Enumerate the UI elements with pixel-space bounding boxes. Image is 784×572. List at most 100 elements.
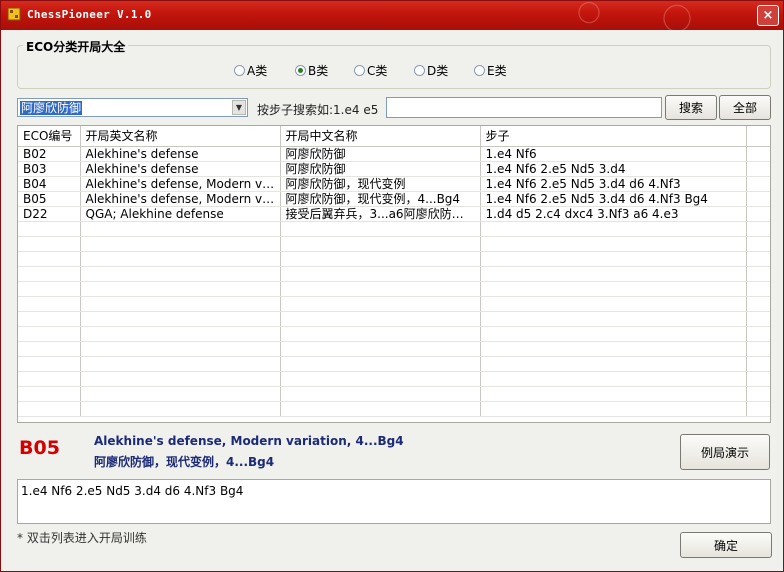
empty-cell <box>746 296 770 312</box>
empty-table-row <box>18 236 770 252</box>
radio-category-c[interactable]: C类 <box>354 62 387 79</box>
empty-cell <box>480 401 747 417</box>
cell-moves: 1.e4 Nf6 2.e5 Nd5 3.d4 d6 4.Nf3 <box>480 176 747 192</box>
table-header-row: ECO编号 开局英文名称 开局中文名称 步子 <box>18 126 770 147</box>
empty-cell <box>80 266 281 282</box>
cell-eco-code: D22 <box>18 206 81 222</box>
app-icon <box>7 7 21 21</box>
empty-cell <box>80 221 281 237</box>
radio-category-d[interactable]: D类 <box>414 62 448 79</box>
show-all-button[interactable]: 全部 <box>719 95 771 120</box>
empty-table-row <box>18 221 770 237</box>
empty-table-row <box>18 281 770 297</box>
empty-cell <box>280 221 481 237</box>
openings-table[interactable]: ECO编号 开局英文名称 开局中文名称 步子 B02 Alekhine's de… <box>17 125 771 423</box>
selected-eco-code: B05 <box>19 437 60 459</box>
moves-search-input[interactable] <box>386 97 662 118</box>
cell-moves: 1.d4 d5 2.c4 dxc4 3.Nf3 a6 4.e3 <box>480 206 747 222</box>
cell-chinese-name: 阿廖欣防御，现代变例 <box>280 176 481 192</box>
empty-cell <box>18 371 81 387</box>
table-row[interactable]: D22 QGA; Alekhine defense 接受后翼弃兵，3...a6阿… <box>18 206 770 222</box>
header-english-name[interactable]: 开局英文名称 <box>80 126 281 147</box>
radio-label: D类 <box>427 64 449 78</box>
cell-chinese-name: 阿廖欣防御，现代变例，4...Bg4 <box>280 191 481 207</box>
empty-cell <box>480 311 747 327</box>
table-row[interactable]: B02 Alekhine's defense 阿廖欣防御 1.e4 Nf6 <box>18 146 770 162</box>
window-title: ChessPioneer V.1.0 <box>27 8 152 21</box>
radio-category-e[interactable]: E类 <box>474 62 507 79</box>
search-button[interactable]: 搜索 <box>665 95 717 120</box>
header-moves[interactable]: 步子 <box>480 126 747 147</box>
table-row[interactable]: B05 Alekhine's defense, Modern vari... 阿… <box>18 191 770 207</box>
close-button[interactable]: × <box>757 5 779 26</box>
empty-cell <box>746 371 770 387</box>
cell-filler <box>746 161 770 177</box>
moves-display-field[interactable]: 1.e4 Nf6 2.e5 Nd5 3.d4 d6 4.Nf3 Bg4 <box>17 479 771 524</box>
cell-english-name: Alekhine's defense <box>80 146 281 162</box>
demo-game-button[interactable]: 例局演示 <box>680 434 770 470</box>
cell-moves: 1.e4 Nf6 <box>480 146 747 162</box>
empty-cell <box>746 311 770 327</box>
table-row[interactable]: B04 Alekhine's defense, Modern vari... 阿… <box>18 176 770 192</box>
title-bar[interactable]: ChessPioneer V.1.0 × <box>1 1 783 30</box>
empty-cell <box>280 296 481 312</box>
empty-cell <box>280 281 481 297</box>
training-hint-note: * 双击列表进入开局训练 <box>17 531 147 545</box>
empty-cell <box>746 281 770 297</box>
empty-cell <box>18 341 81 357</box>
empty-cell <box>746 326 770 342</box>
selected-english-name: Alekhine's defense, Modern variation, 4.… <box>94 434 404 448</box>
app-window: ChessPioneer V.1.0 × ECO分类开局大全 A类 B类 C类 … <box>0 0 784 572</box>
empty-table-row <box>18 326 770 342</box>
empty-cell <box>746 251 770 267</box>
search-hint-label: 按步子搜索如:1.e4 e5 <box>257 103 379 117</box>
radio-dot-selected-icon <box>295 65 306 76</box>
radio-dot-icon <box>414 65 425 76</box>
radio-label: B类 <box>308 64 329 78</box>
combo-selected-value: 阿廖欣防御 <box>20 101 83 115</box>
chevron-down-icon[interactable]: ▼ <box>232 100 246 115</box>
empty-table-row <box>18 266 770 282</box>
eco-group-title: ECO分类开局大全 <box>23 38 129 55</box>
empty-cell <box>280 266 481 282</box>
empty-table-row <box>18 251 770 267</box>
radio-dot-icon <box>474 65 485 76</box>
opening-name-combo[interactable]: 阿廖欣防御 ▼ <box>17 98 248 117</box>
empty-cell <box>480 251 747 267</box>
empty-cell <box>80 371 281 387</box>
empty-cell <box>18 386 81 402</box>
cell-filler <box>746 206 770 222</box>
header-chinese-name[interactable]: 开局中文名称 <box>280 126 481 147</box>
empty-cell <box>746 401 770 417</box>
header-filler <box>746 126 770 147</box>
empty-cell <box>80 311 281 327</box>
empty-table-row <box>18 371 770 387</box>
empty-cell <box>280 251 481 267</box>
radio-dot-icon <box>354 65 365 76</box>
empty-cell <box>746 341 770 357</box>
empty-cell <box>280 326 481 342</box>
empty-cell <box>80 236 281 252</box>
ok-button[interactable]: 确定 <box>680 532 772 558</box>
empty-cell <box>18 401 81 417</box>
empty-table-row <box>18 311 770 327</box>
title-ornament <box>523 1 743 30</box>
empty-cell <box>480 371 747 387</box>
empty-cell <box>480 386 747 402</box>
empty-table-row <box>18 341 770 357</box>
header-eco-code[interactable]: ECO编号 <box>18 126 81 147</box>
empty-cell <box>18 311 81 327</box>
table-row[interactable]: B03 Alekhine's defense 阿廖欣防御 1.e4 Nf6 2.… <box>18 161 770 177</box>
cell-chinese-name: 阿廖欣防御 <box>280 146 481 162</box>
radio-category-b[interactable]: B类 <box>295 62 328 79</box>
cell-moves: 1.e4 Nf6 2.e5 Nd5 3.d4 <box>480 161 747 177</box>
empty-cell <box>280 356 481 372</box>
empty-cell <box>280 236 481 252</box>
empty-cell <box>746 236 770 252</box>
radio-category-a[interactable]: A类 <box>234 62 267 79</box>
empty-cell <box>480 236 747 252</box>
empty-cell <box>746 221 770 237</box>
cell-moves: 1.e4 Nf6 2.e5 Nd5 3.d4 d6 4.Nf3 Bg4 <box>480 191 747 207</box>
cell-eco-code: B05 <box>18 191 81 207</box>
eco-category-group <box>17 45 771 89</box>
